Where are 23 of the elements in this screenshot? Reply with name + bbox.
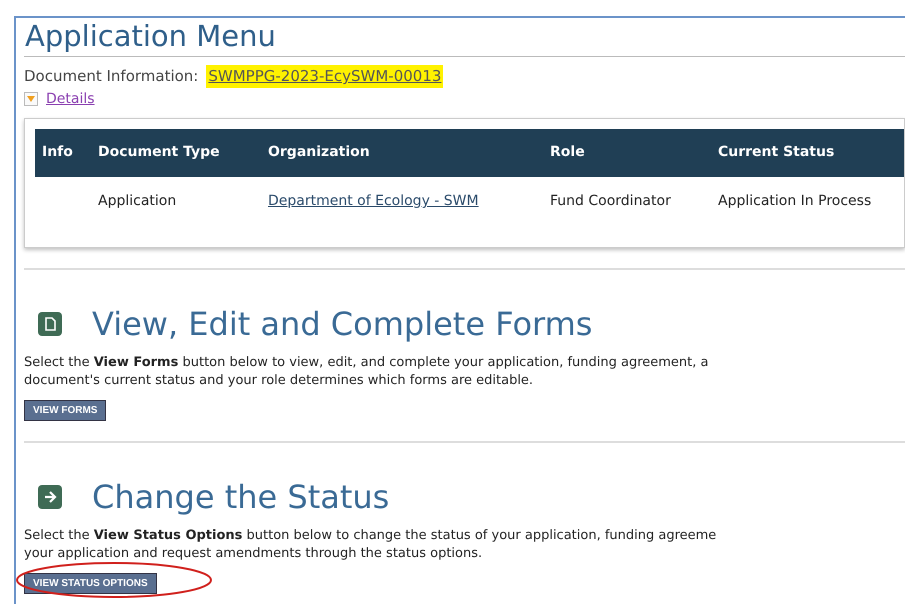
table-cell: Application [98,193,176,209]
details-link[interactable]: Details [46,88,95,110]
section-description: Select the View Forms button below to view, edit, and complete your application, funding agreement, a [24,354,708,370]
document-id-link[interactable]: SWMPPG-2023-EcySWM-00013 [206,65,444,88]
view-forms-button[interactable]: VIEW FORMS [24,400,106,420]
section-description: Select the View Status Options button below to change the status of your application, funding agreeme [24,528,716,542]
view-status-options-button[interactable]: VIEW STATUS OPTIONS [24,572,157,594]
section-heading: View, Edit and Complete Forms [92,304,592,344]
table-cell: Fund Coordinator [550,193,671,209]
expand-caret-icon[interactable] [24,92,38,106]
column-header: Info [41,143,74,162]
page-title: Application Menu [24,18,277,54]
section-heading: Change the Status [92,476,390,516]
column-header: Organization [267,143,371,162]
column-header: Current Status [717,143,836,162]
column-header: Role [549,143,586,162]
document-icon [38,312,62,336]
section-description: your application and request amendments through the status options. [24,546,482,560]
column-header: Document Type [97,143,221,162]
organization-link[interactable]: Department of Ecology - SWM [268,193,479,209]
section-description: document's current status and your role determines which forms are editable. [24,372,534,388]
table-cell: Application In Process [718,193,872,209]
document-info-label: Document Information: [24,66,198,87]
